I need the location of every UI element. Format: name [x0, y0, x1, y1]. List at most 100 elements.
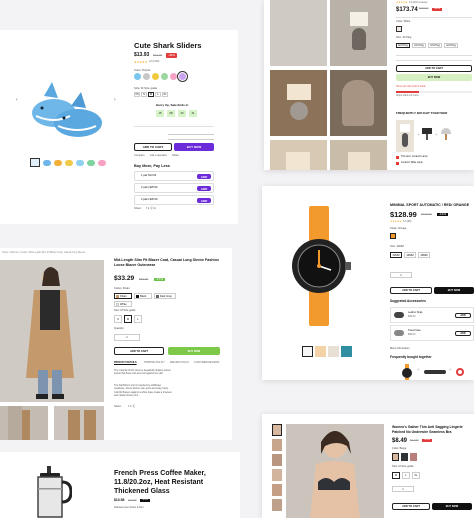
tab-refund-policy[interactable]: REFUND POLICY	[170, 361, 189, 365]
social-icons[interactable]: f ✕ ⓟ ✉	[146, 207, 156, 211]
prev-image-arrow[interactable]: ‹	[16, 97, 18, 103]
gallery-image[interactable]	[330, 0, 387, 66]
gallery-image[interactable]	[270, 140, 327, 170]
thumbnail[interactable]	[87, 160, 95, 166]
plug-option[interactable]: AU Plug	[444, 43, 458, 48]
color-swatch[interactable]	[410, 453, 417, 461]
bundle-add-button[interactable]: ADD	[197, 174, 211, 179]
gallery-image[interactable]	[270, 70, 327, 136]
bundle-item-image[interactable]	[456, 368, 464, 376]
tab-product-details[interactable]: PRODUCT DETAILS	[114, 361, 137, 365]
color-swatch[interactable]	[152, 73, 159, 80]
size-option[interactable]: M	[148, 92, 154, 97]
size-option[interactable]: M	[392, 472, 400, 479]
thumbnail[interactable]	[76, 160, 84, 166]
size-option[interactable]: XL	[412, 472, 420, 479]
thumbnail[interactable]	[272, 499, 282, 511]
strap-swatch-selected[interactable]	[390, 233, 396, 239]
bundle-item-image[interactable]	[424, 370, 446, 374]
gallery-image[interactable]	[54, 406, 104, 440]
add-to-cart-button[interactable]: ADD TO CART	[114, 347, 164, 355]
buy-now-button[interactable]: BUY NOW	[396, 74, 472, 81]
size-option[interactable]: S	[114, 315, 122, 323]
thumbnail[interactable]	[272, 484, 282, 496]
color-option[interactable]: Black	[134, 293, 152, 299]
thumbnail[interactable]	[65, 160, 73, 166]
size-option[interactable]: L	[155, 92, 161, 97]
thumbnail[interactable]	[302, 346, 313, 357]
product-image-main[interactable]	[28, 466, 73, 518]
thumbnail[interactable]	[43, 160, 51, 166]
thumbnail[interactable]	[315, 346, 326, 357]
size-option[interactable]: 44MM	[404, 252, 416, 258]
size-option[interactable]: L	[134, 315, 142, 323]
thumbnail[interactable]	[341, 346, 352, 357]
quantity-stepper[interactable]: 1	[392, 486, 414, 492]
size-option[interactable]: 42MM	[390, 252, 402, 258]
color-swatch-selected[interactable]	[392, 453, 399, 461]
product-image-main[interactable]	[0, 260, 104, 402]
buy-now-button[interactable]: BUY NOW	[432, 503, 472, 510]
color-swatch[interactable]	[134, 73, 141, 80]
thumbnail[interactable]	[30, 158, 40, 167]
color-swatch[interactable]	[177, 71, 188, 82]
gallery-image[interactable]	[330, 140, 387, 170]
color-option[interactable]: White	[114, 301, 132, 307]
thumbnail[interactable]	[272, 469, 282, 481]
buy-now-button[interactable]: BUY NOW	[434, 287, 474, 294]
size-option[interactable]: 46MM	[418, 252, 430, 258]
bundle-checkbox[interactable]	[396, 162, 399, 165]
buy-now-button[interactable]: BUY NOW	[174, 143, 214, 151]
size-option[interactable]: XL	[162, 92, 168, 97]
breadcrumb[interactable]: Home / Women / Coats / Mid-Length Slim F…	[2, 251, 85, 255]
next-image-arrow[interactable]: ›	[114, 97, 116, 103]
thumbnail[interactable]	[98, 160, 106, 166]
product-image-main[interactable]	[26, 68, 108, 148]
color-swatch[interactable]	[161, 73, 168, 80]
social-icons[interactable]: f ✕ ⓟ	[128, 405, 135, 409]
plug-option[interactable]: US Plug	[428, 43, 442, 48]
plug-option[interactable]: UK Plug	[412, 43, 426, 48]
size-option[interactable]: XS	[134, 92, 140, 97]
gallery-image[interactable]	[270, 0, 327, 66]
bundle-option[interactable]: 3 pairs $36.99 ADD	[134, 195, 214, 205]
add-to-cart-button[interactable]: ADD TO CART	[392, 503, 430, 510]
thumbnail[interactable]	[272, 454, 282, 466]
bundle-item-image[interactable]	[400, 364, 414, 380]
size-option[interactable]: M	[124, 315, 132, 323]
quantity-stepper[interactable]: 1	[114, 334, 140, 341]
bundle-item-image[interactable]	[396, 120, 414, 152]
accessory-add-button[interactable]: ADD	[455, 313, 471, 318]
color-swatch[interactable]	[170, 73, 177, 80]
compare-link[interactable]: Compare	[134, 154, 145, 158]
color-swatch[interactable]	[143, 73, 150, 80]
thumbnail[interactable]	[54, 160, 62, 166]
bundle-add-button[interactable]: ADD	[197, 186, 211, 191]
bundle-checkbox[interactable]	[396, 156, 399, 159]
share-link[interactable]: Share	[172, 154, 179, 158]
tab-customer-reviews[interactable]: CUSTOMER REVIEWS	[194, 361, 219, 365]
bundle-add-button[interactable]: ADD	[197, 198, 211, 203]
color-option[interactable]: Khaki	[114, 293, 132, 299]
size-option[interactable]: L	[402, 472, 410, 479]
buy-now-button[interactable]: BUY NOW	[168, 347, 220, 355]
gallery-image[interactable]	[330, 70, 387, 136]
accessory-add-button[interactable]: ADD	[455, 331, 471, 336]
color-option[interactable]: Dark Gray	[154, 293, 176, 299]
plug-option[interactable]: EU Plug	[396, 43, 410, 48]
bundle-item-image[interactable]	[422, 128, 432, 140]
ask-question-link[interactable]: Ask a question	[150, 154, 167, 158]
quantity-stepper[interactable]	[168, 134, 214, 140]
quantity-stepper[interactable]	[396, 55, 472, 61]
product-image-main[interactable]	[286, 424, 384, 518]
color-swatch-selected[interactable]	[396, 26, 402, 32]
more-information-link[interactable]: More Information	[390, 347, 410, 351]
add-to-cart-button[interactable]: ADD TO CART	[390, 287, 432, 294]
color-swatch[interactable]	[401, 453, 408, 461]
add-to-cart-button[interactable]: ADD TO CART	[134, 143, 172, 151]
bundle-option[interactable]: 2 pairs $25.99 ADD	[134, 183, 214, 193]
thumbnail[interactable]	[328, 346, 339, 357]
quantity-stepper[interactable]: 1	[390, 272, 412, 278]
size-option[interactable]: S	[141, 92, 147, 97]
bundle-item-image[interactable]	[440, 128, 452, 140]
